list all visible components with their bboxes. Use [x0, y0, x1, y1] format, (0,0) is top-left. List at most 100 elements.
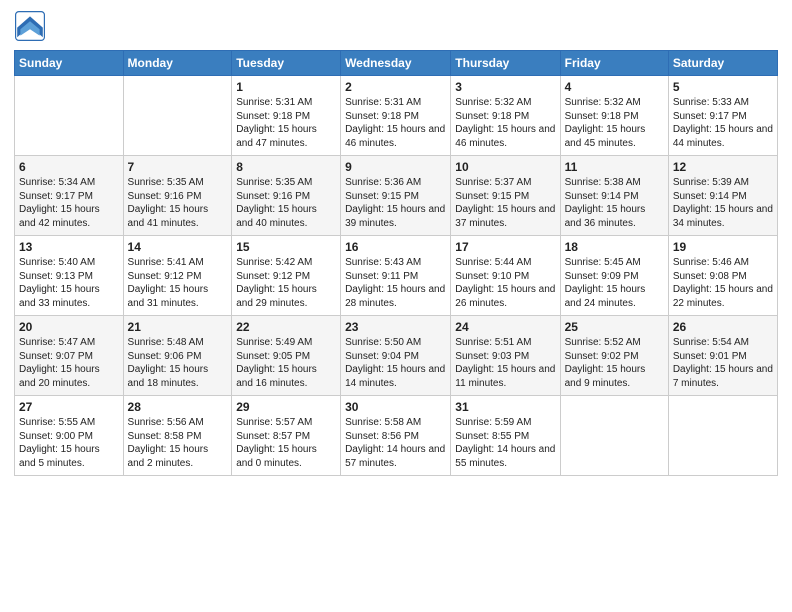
- calendar-cell: 7Sunrise: 5:35 AM Sunset: 9:16 PM Daylig…: [123, 156, 232, 236]
- day-number: 27: [19, 399, 119, 415]
- day-info: Sunrise: 5:56 AM Sunset: 8:58 PM Dayligh…: [128, 416, 228, 470]
- day-info: Sunrise: 5:34 AM Sunset: 9:17 PM Dayligh…: [19, 176, 119, 230]
- day-info: Sunrise: 5:36 AM Sunset: 9:15 PM Dayligh…: [345, 176, 446, 230]
- calendar-week-2: 6Sunrise: 5:34 AM Sunset: 9:17 PM Daylig…: [15, 156, 778, 236]
- calendar-header: SundayMondayTuesdayWednesdayThursdayFrid…: [15, 51, 778, 76]
- calendar-cell: 30Sunrise: 5:58 AM Sunset: 8:56 PM Dayli…: [341, 396, 451, 476]
- calendar-cell: 14Sunrise: 5:41 AM Sunset: 9:12 PM Dayli…: [123, 236, 232, 316]
- calendar-cell: 17Sunrise: 5:44 AM Sunset: 9:10 PM Dayli…: [451, 236, 560, 316]
- day-number: 25: [565, 319, 664, 335]
- calendar-cell: 25Sunrise: 5:52 AM Sunset: 9:02 PM Dayli…: [560, 316, 668, 396]
- weekday-header-friday: Friday: [560, 51, 668, 76]
- day-info: Sunrise: 5:57 AM Sunset: 8:57 PM Dayligh…: [236, 416, 336, 470]
- day-info: Sunrise: 5:50 AM Sunset: 9:04 PM Dayligh…: [345, 336, 446, 390]
- day-info: Sunrise: 5:55 AM Sunset: 9:00 PM Dayligh…: [19, 416, 119, 470]
- day-number: 8: [236, 159, 336, 175]
- day-number: 20: [19, 319, 119, 335]
- weekday-header-sunday: Sunday: [15, 51, 124, 76]
- day-number: 21: [128, 319, 228, 335]
- calendar-cell: 28Sunrise: 5:56 AM Sunset: 8:58 PM Dayli…: [123, 396, 232, 476]
- day-info: Sunrise: 5:32 AM Sunset: 9:18 PM Dayligh…: [455, 96, 555, 150]
- day-number: 5: [673, 79, 773, 95]
- day-info: Sunrise: 5:41 AM Sunset: 9:12 PM Dayligh…: [128, 256, 228, 310]
- calendar-cell: 11Sunrise: 5:38 AM Sunset: 9:14 PM Dayli…: [560, 156, 668, 236]
- day-info: Sunrise: 5:38 AM Sunset: 9:14 PM Dayligh…: [565, 176, 664, 230]
- weekday-header-thursday: Thursday: [451, 51, 560, 76]
- calendar-cell: 5Sunrise: 5:33 AM Sunset: 9:17 PM Daylig…: [668, 76, 777, 156]
- logo-icon: [14, 10, 46, 42]
- page: SundayMondayTuesdayWednesdayThursdayFrid…: [0, 0, 792, 612]
- day-info: Sunrise: 5:32 AM Sunset: 9:18 PM Dayligh…: [565, 96, 664, 150]
- calendar-cell: [123, 76, 232, 156]
- calendar-cell: [15, 76, 124, 156]
- calendar-week-3: 13Sunrise: 5:40 AM Sunset: 9:13 PM Dayli…: [15, 236, 778, 316]
- day-number: 4: [565, 79, 664, 95]
- day-info: Sunrise: 5:52 AM Sunset: 9:02 PM Dayligh…: [565, 336, 664, 390]
- weekday-header-tuesday: Tuesday: [232, 51, 341, 76]
- day-number: 6: [19, 159, 119, 175]
- calendar-cell: 27Sunrise: 5:55 AM Sunset: 9:00 PM Dayli…: [15, 396, 124, 476]
- day-number: 19: [673, 239, 773, 255]
- day-info: Sunrise: 5:47 AM Sunset: 9:07 PM Dayligh…: [19, 336, 119, 390]
- calendar-cell: 1Sunrise: 5:31 AM Sunset: 9:18 PM Daylig…: [232, 76, 341, 156]
- header: [14, 10, 778, 42]
- weekday-header-wednesday: Wednesday: [341, 51, 451, 76]
- day-number: 10: [455, 159, 555, 175]
- day-number: 31: [455, 399, 555, 415]
- day-info: Sunrise: 5:54 AM Sunset: 9:01 PM Dayligh…: [673, 336, 773, 390]
- day-info: Sunrise: 5:49 AM Sunset: 9:05 PM Dayligh…: [236, 336, 336, 390]
- day-info: Sunrise: 5:44 AM Sunset: 9:10 PM Dayligh…: [455, 256, 555, 310]
- day-number: 13: [19, 239, 119, 255]
- day-number: 9: [345, 159, 446, 175]
- calendar-week-1: 1Sunrise: 5:31 AM Sunset: 9:18 PM Daylig…: [15, 76, 778, 156]
- calendar-cell: 3Sunrise: 5:32 AM Sunset: 9:18 PM Daylig…: [451, 76, 560, 156]
- calendar-cell: 24Sunrise: 5:51 AM Sunset: 9:03 PM Dayli…: [451, 316, 560, 396]
- calendar-cell: 22Sunrise: 5:49 AM Sunset: 9:05 PM Dayli…: [232, 316, 341, 396]
- day-number: 1: [236, 79, 336, 95]
- calendar-cell: 15Sunrise: 5:42 AM Sunset: 9:12 PM Dayli…: [232, 236, 341, 316]
- weekday-header-saturday: Saturday: [668, 51, 777, 76]
- day-number: 26: [673, 319, 773, 335]
- calendar-cell: 10Sunrise: 5:37 AM Sunset: 9:15 PM Dayli…: [451, 156, 560, 236]
- day-info: Sunrise: 5:35 AM Sunset: 9:16 PM Dayligh…: [236, 176, 336, 230]
- day-number: 24: [455, 319, 555, 335]
- calendar-cell: 9Sunrise: 5:36 AM Sunset: 9:15 PM Daylig…: [341, 156, 451, 236]
- day-number: 12: [673, 159, 773, 175]
- day-number: 23: [345, 319, 446, 335]
- calendar-cell: 18Sunrise: 5:45 AM Sunset: 9:09 PM Dayli…: [560, 236, 668, 316]
- calendar-week-4: 20Sunrise: 5:47 AM Sunset: 9:07 PM Dayli…: [15, 316, 778, 396]
- calendar-week-5: 27Sunrise: 5:55 AM Sunset: 9:00 PM Dayli…: [15, 396, 778, 476]
- weekday-header-monday: Monday: [123, 51, 232, 76]
- day-number: 7: [128, 159, 228, 175]
- day-number: 28: [128, 399, 228, 415]
- day-number: 22: [236, 319, 336, 335]
- day-number: 11: [565, 159, 664, 175]
- day-info: Sunrise: 5:37 AM Sunset: 9:15 PM Dayligh…: [455, 176, 555, 230]
- day-info: Sunrise: 5:58 AM Sunset: 8:56 PM Dayligh…: [345, 416, 446, 470]
- calendar-cell: 6Sunrise: 5:34 AM Sunset: 9:17 PM Daylig…: [15, 156, 124, 236]
- calendar-cell: 20Sunrise: 5:47 AM Sunset: 9:07 PM Dayli…: [15, 316, 124, 396]
- day-number: 17: [455, 239, 555, 255]
- day-info: Sunrise: 5:42 AM Sunset: 9:12 PM Dayligh…: [236, 256, 336, 310]
- calendar-cell: 12Sunrise: 5:39 AM Sunset: 9:14 PM Dayli…: [668, 156, 777, 236]
- calendar-cell: 13Sunrise: 5:40 AM Sunset: 9:13 PM Dayli…: [15, 236, 124, 316]
- calendar-cell: 21Sunrise: 5:48 AM Sunset: 9:06 PM Dayli…: [123, 316, 232, 396]
- day-info: Sunrise: 5:45 AM Sunset: 9:09 PM Dayligh…: [565, 256, 664, 310]
- calendar-cell: 16Sunrise: 5:43 AM Sunset: 9:11 PM Dayli…: [341, 236, 451, 316]
- calendar-cell: 23Sunrise: 5:50 AM Sunset: 9:04 PM Dayli…: [341, 316, 451, 396]
- calendar-cell: [560, 396, 668, 476]
- day-info: Sunrise: 5:33 AM Sunset: 9:17 PM Dayligh…: [673, 96, 773, 150]
- day-info: Sunrise: 5:51 AM Sunset: 9:03 PM Dayligh…: [455, 336, 555, 390]
- logo: [14, 10, 48, 42]
- day-number: 3: [455, 79, 555, 95]
- day-number: 16: [345, 239, 446, 255]
- day-info: Sunrise: 5:43 AM Sunset: 9:11 PM Dayligh…: [345, 256, 446, 310]
- calendar-body: 1Sunrise: 5:31 AM Sunset: 9:18 PM Daylig…: [15, 76, 778, 476]
- day-info: Sunrise: 5:35 AM Sunset: 9:16 PM Dayligh…: [128, 176, 228, 230]
- day-info: Sunrise: 5:46 AM Sunset: 9:08 PM Dayligh…: [673, 256, 773, 310]
- day-info: Sunrise: 5:31 AM Sunset: 9:18 PM Dayligh…: [236, 96, 336, 150]
- day-number: 18: [565, 239, 664, 255]
- day-number: 15: [236, 239, 336, 255]
- day-number: 14: [128, 239, 228, 255]
- day-info: Sunrise: 5:39 AM Sunset: 9:14 PM Dayligh…: [673, 176, 773, 230]
